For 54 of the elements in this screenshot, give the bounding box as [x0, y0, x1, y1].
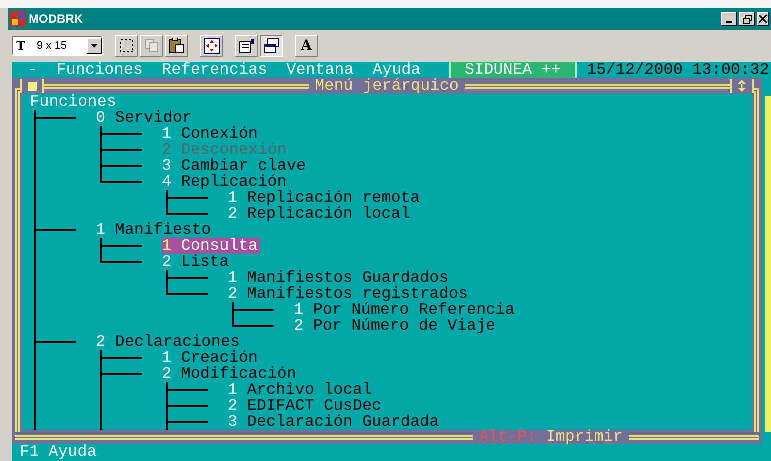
paste-button[interactable] [165, 35, 188, 57]
font-size-select[interactable]: T 9 x 15 [12, 36, 103, 56]
menu-tree-item[interactable]: 2 Declaraciones [96, 334, 242, 350]
minimize-icon [726, 21, 732, 23]
font-icon: T [13, 37, 29, 55]
menu-tree-item[interactable]: 2 Modificación [162, 366, 298, 382]
menu-tree-item[interactable]: 1 Por Número Referencia [294, 302, 517, 318]
select-button[interactable] [115, 35, 138, 57]
hotkey-label: Alt-P: [478, 428, 537, 446]
menu-tree-item[interactable]: 1 Manifiestos Guardados [228, 270, 451, 286]
font-size-value: 9 x 15 [37, 38, 67, 54]
restore-icon [742, 14, 752, 24]
restore-button[interactable] [739, 12, 755, 26]
clipboard-icon [168, 38, 184, 54]
fullscreen-icon [204, 38, 220, 54]
date-time: 15/12/2000 13:00:32 [586, 62, 770, 78]
menu-tree-item[interactable]: 1 Conexión [162, 126, 260, 142]
caret-icon [91, 44, 98, 48]
scrollbar[interactable] [765, 96, 771, 432]
menu-tree-item[interactable]: 3 Cambiar clave [162, 158, 308, 174]
menu-tree-item[interactable]: 1 Manifiesto [96, 222, 214, 238]
fullscreen-button[interactable] [200, 35, 223, 57]
dropdown-button[interactable] [87, 38, 102, 54]
properties-icon [238, 38, 254, 54]
menu-tree-item[interactable]: 1 Replicación remota [228, 190, 422, 206]
window-title: MODBRK [29, 11, 83, 28]
font-button[interactable]: A [295, 35, 318, 57]
menu-tree-item[interactable]: 2 EDIFACT CusDec [228, 398, 384, 414]
print-label: Imprimir [546, 428, 623, 446]
tree-root-label: Funciones [30, 94, 116, 110]
dotted-rectangle-icon [120, 39, 134, 53]
menu-tree-item[interactable]: 1 Creación [162, 350, 260, 366]
app-icon [10, 11, 26, 27]
menu-tree-item[interactable]: 4 Replicación [162, 174, 289, 190]
status-text: F1 Ayuda [19, 444, 98, 460]
menu-tree-item[interactable]: 3 Declaración Guardada [228, 414, 442, 430]
letter-icon: A [301, 39, 312, 53]
copy-icon [144, 39, 158, 53]
menu-tree-item[interactable]: 1 Archivo local [228, 382, 374, 398]
menu-tree-item[interactable]: 0 Servidor [96, 110, 194, 126]
properties-button[interactable] [235, 35, 258, 57]
copy-button[interactable] [140, 35, 163, 57]
close-button[interactable] [757, 12, 769, 26]
close-icon [759, 15, 767, 23]
panel-title: Menú jerárquico [314, 78, 460, 94]
menu-tree-item[interactable]: 2 Replicación local [228, 206, 412, 222]
background-button[interactable] [260, 35, 283, 57]
windows-icon [264, 38, 280, 54]
menu-tree-item[interactable]: 2 Manifiestos registrados [228, 286, 470, 302]
menu-tree-item[interactable]: 2 Por Número de Viaje [294, 318, 498, 334]
product-label: SIDUNEA ++ [448, 62, 577, 78]
minimize-button[interactable] [721, 12, 737, 26]
menu-tree-item[interactable]: 2 Lista [162, 254, 232, 270]
menu-tree-item[interactable]: 1 Consulta [162, 238, 260, 254]
